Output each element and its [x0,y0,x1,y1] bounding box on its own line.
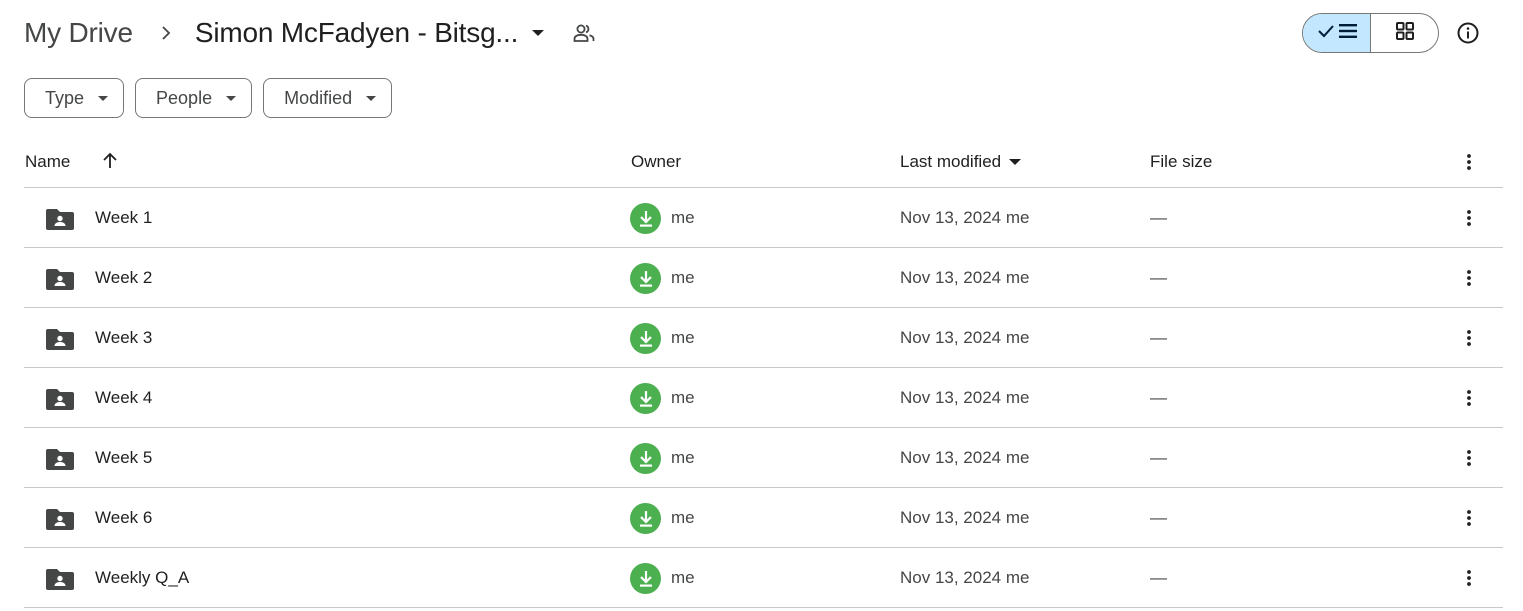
filter-bar: Type People Modified [24,78,393,118]
owner-name: me [671,447,695,467]
view-toggle [1302,13,1439,53]
download-arrow-icon [639,510,652,527]
more-actions-icon[interactable] [1457,206,1481,230]
file-size: — [1150,387,1167,407]
caret-down-icon [98,95,109,101]
grid-view-button[interactable] [1371,14,1438,52]
column-header-name[interactable]: Name [25,152,70,172]
download-arrow-icon [639,210,652,227]
last-modified: Nov 13, 2024 me [900,567,1030,587]
owner-name: me [671,267,695,287]
breadcrumb: My Drive Simon McFadyen - Bitsg... [24,10,596,56]
download-arrow-icon [639,270,652,287]
owner-name: me [671,507,695,527]
download-arrow-icon [639,450,652,467]
list-icon [1338,23,1357,44]
last-modified: Nov 13, 2024 me [900,447,1030,467]
download-arrow-icon [639,570,652,587]
breadcrumb-my-drive[interactable]: My Drive [24,10,133,56]
more-actions-icon[interactable] [1457,446,1481,470]
sort-ascending-arrow-icon[interactable] [100,151,120,171]
file-name: Week 2 [95,267,153,287]
owner-avatar [630,263,661,294]
column-header-last-modified[interactable]: Last modified [900,151,1022,172]
shared-people-icon[interactable] [572,21,596,45]
file-size: — [1150,327,1167,347]
file-size: — [1150,507,1167,527]
filter-modified-label: Modified [284,87,353,108]
last-modified-label: Last modified [900,151,1002,171]
owner-avatar [630,203,661,234]
shared-folder-icon [46,447,74,471]
table-row[interactable]: Week 5 me Nov 13, 2024 me — [24,428,1503,488]
owner-avatar [630,443,661,474]
shared-folder-icon [46,507,74,531]
table-row[interactable]: Week 3 me Nov 13, 2024 me — [24,308,1503,368]
caret-down-icon [226,95,237,101]
caret-down-icon [1009,158,1022,165]
current-folder-title: Simon McFadyen - Bitsg... [194,17,519,48]
download-arrow-icon [639,330,652,347]
owner-avatar [630,503,661,534]
table-row[interactable]: Week 6 me Nov 13, 2024 me — [24,488,1503,548]
more-actions-icon[interactable] [1457,266,1481,290]
column-options-more-icon[interactable] [1457,150,1481,174]
shared-folder-icon [46,387,74,411]
file-name: Week 4 [95,387,153,407]
filter-type-label: Type [45,87,85,108]
list-view-button[interactable] [1303,14,1371,52]
caret-down-icon [366,95,377,101]
file-name: Week 5 [95,447,153,467]
more-actions-icon[interactable] [1457,506,1481,530]
table-row[interactable]: Week 4 me Nov 13, 2024 me — [24,368,1503,428]
filter-people[interactable]: People [135,78,253,118]
file-table: Name Owner Last modified File size Week … [24,136,1503,608]
last-modified: Nov 13, 2024 me [900,387,1030,407]
more-actions-icon[interactable] [1457,386,1481,410]
owner-name: me [671,567,695,587]
owner-name: me [671,327,695,347]
download-arrow-icon [639,390,652,407]
owner-name: me [671,207,695,227]
file-size: — [1150,447,1167,467]
file-name: Week 6 [95,507,153,527]
filter-people-label: People [156,87,213,108]
filter-modified[interactable]: Modified [263,78,393,118]
shared-folder-icon [46,267,74,291]
filter-type[interactable]: Type [24,78,125,118]
shared-folder-icon [46,207,74,231]
table-row[interactable]: Week 1 me Nov 13, 2024 me — [24,188,1503,248]
chevron-right-icon [151,24,181,42]
owner-avatar [630,383,661,414]
file-name: Week 1 [95,207,153,227]
breadcrumb-current-folder[interactable]: Simon McFadyen - Bitsg... [194,10,545,56]
last-modified: Nov 13, 2024 me [900,327,1030,347]
owner-avatar [630,563,661,594]
column-header-owner: Owner [631,151,682,171]
file-size: — [1150,207,1167,227]
more-actions-icon[interactable] [1457,326,1481,350]
file-name: Weekly Q_A [95,567,190,587]
shared-folder-icon [46,567,74,591]
table-header: Name Owner Last modified File size [24,136,1503,188]
table-row[interactable]: Week 2 me Nov 13, 2024 me — [24,248,1503,308]
column-header-file-size: File size [1150,151,1213,171]
table-row[interactable]: Weekly Q_A me Nov 13, 2024 me — [24,548,1503,608]
last-modified: Nov 13, 2024 me [900,267,1030,287]
more-actions-icon[interactable] [1457,566,1481,590]
last-modified: Nov 13, 2024 me [900,507,1030,527]
last-modified: Nov 13, 2024 me [900,207,1030,227]
file-size: — [1150,567,1167,587]
check-icon [1317,24,1335,43]
shared-folder-icon [46,327,74,351]
caret-down-icon [532,30,545,36]
owner-name: me [671,387,695,407]
grid-icon [1395,21,1414,45]
file-size: — [1150,267,1167,287]
info-icon[interactable] [1452,17,1484,49]
file-name: Week 3 [95,327,153,347]
owner-avatar [630,323,661,354]
